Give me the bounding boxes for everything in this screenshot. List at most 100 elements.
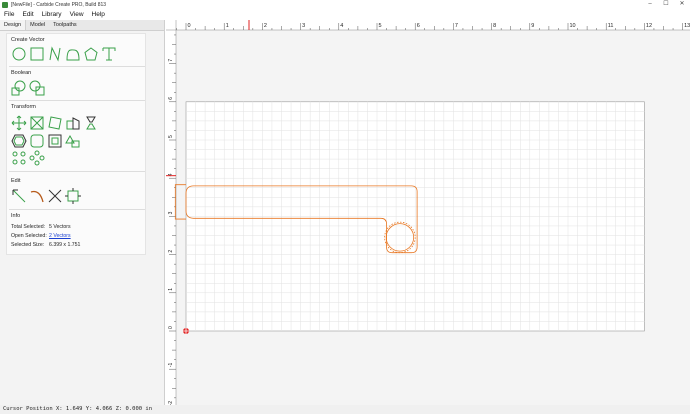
union-icon — [11, 80, 26, 96]
x-ruler-label: 4 — [340, 23, 343, 29]
total-selected-value: 5 Vectors — [49, 224, 71, 230]
tab-model[interactable]: Model — [26, 20, 49, 30]
x-ruler-label: 7 — [455, 23, 458, 29]
scale-icon — [30, 116, 44, 130]
menu-view[interactable]: View — [70, 11, 84, 18]
app-icon — [2, 1, 8, 8]
mirror-tool-button[interactable] — [83, 115, 99, 131]
move-tool-button[interactable] — [11, 115, 27, 131]
x-ruler-label: 12 — [646, 23, 652, 29]
section-transform: Transform — [11, 104, 36, 110]
tab-design[interactable]: Design — [0, 20, 27, 30]
bezier-edit-icon — [30, 190, 44, 203]
circular-array-icon — [29, 150, 45, 166]
align-icon — [66, 117, 80, 130]
maximize-button[interactable]: ☐ — [658, 0, 674, 9]
menu-edit[interactable]: Edit — [22, 11, 33, 18]
circle-tool-button[interactable] — [11, 46, 27, 62]
y-ruler-label: 1 — [168, 288, 174, 291]
trim-icon — [48, 189, 62, 203]
trim-tool-button[interactable] — [47, 188, 63, 204]
scale-tool-button[interactable] — [29, 115, 45, 131]
x-ruler-label: 9 — [531, 23, 534, 29]
bezier-edit-tool-button[interactable] — [29, 188, 45, 204]
x-ruler-label: 11 — [608, 23, 614, 29]
curve-icon — [66, 49, 80, 61]
pattern-tool-button[interactable] — [11, 150, 27, 166]
array-icon — [65, 134, 80, 148]
circle-icon — [12, 47, 26, 61]
y-ruler-label: 6 — [168, 97, 174, 100]
y-ruler-label: -1 — [168, 363, 174, 368]
x-ruler-label: 13 — [684, 23, 690, 29]
minimize-button[interactable]: – — [642, 0, 658, 9]
x-ruler-label: 10 — [570, 23, 576, 29]
open-vector — [174, 184, 186, 220]
x-ruler-label: 0 — [188, 23, 191, 29]
inset-icon — [48, 134, 62, 148]
polyline-tool-button[interactable] — [47, 46, 63, 62]
node-edit-icon — [12, 189, 26, 203]
array-tool-button[interactable] — [65, 133, 81, 149]
polyline-icon — [49, 46, 61, 62]
section-boolean: Boolean — [11, 70, 32, 76]
menu-help[interactable]: Help — [92, 11, 105, 18]
move-icon — [11, 115, 27, 131]
mirror-icon — [86, 116, 96, 130]
divider — [9, 100, 145, 101]
fillet-tool-button[interactable] — [29, 133, 45, 149]
open-selected-label: Open Selected: — [11, 233, 47, 239]
circular-array-tool-button[interactable] — [29, 150, 45, 166]
y-ruler-label: 3 — [168, 211, 174, 214]
x-ruler-label: 8 — [493, 23, 496, 29]
total-selected-label: Total Selected: — [11, 224, 46, 230]
menu-bar: File Edit Library View Help — [0, 9, 690, 19]
panel-tabs: Design Model Toolpaths — [0, 20, 164, 31]
x-ruler-label: 6 — [417, 23, 420, 29]
info-open-selected: Open Selected: 2 Vectors — [11, 233, 71, 239]
align-tool-button[interactable] — [65, 115, 81, 131]
x-ruler-label: 1 — [226, 23, 229, 29]
menu-library[interactable]: Library — [42, 11, 62, 18]
x-ruler-label: 2 — [264, 23, 267, 29]
info-selected-size: Selected Size: 6.399 x 1.751 — [11, 242, 80, 248]
window-title: [NewFile] - Carbide Create PRO, Build 81… — [11, 1, 107, 8]
y-ruler-label: 0 — [168, 326, 174, 329]
rectangle-tool-button[interactable] — [29, 46, 45, 62]
y-ruler-label: 7 — [168, 59, 174, 62]
title-bar: [NewFile] - Carbide Create PRO, Build 81… — [0, 0, 690, 9]
close-button[interactable]: ✕ — [674, 0, 690, 9]
status-bar: Cursor Position X: 1.649 Y: 4.066 Z: 0.0… — [0, 405, 690, 414]
union-tool-button[interactable] — [11, 80, 27, 96]
subtract-tool-button[interactable] — [29, 80, 45, 96]
node-edit-tool-button[interactable] — [11, 188, 27, 204]
rotate-tool-button[interactable] — [47, 115, 63, 131]
divider — [9, 171, 145, 172]
design-panel: Create Vector Boolean Transform Edit Inf… — [6, 33, 146, 255]
left-panel: Design Model Toolpaths Create Vector Boo… — [0, 20, 165, 405]
x-ruler-label: 5 — [379, 23, 382, 29]
text-icon — [102, 47, 116, 61]
rotate-icon — [48, 116, 62, 130]
x-ruler-label: 3 — [302, 23, 305, 29]
y-ruler-label: 2 — [168, 250, 174, 253]
section-edit: Edit — [11, 178, 21, 184]
tab-toolpaths[interactable]: Toolpaths — [49, 20, 81, 30]
polygon-tool-button[interactable] — [83, 46, 99, 62]
section-create-vector: Create Vector — [11, 37, 45, 43]
cursor-position-text: Cursor Position X: 1.649 Y: 4.066 Z: 0.0… — [3, 406, 153, 412]
join-icon — [65, 188, 81, 204]
selected-size-value: 6.399 x 1.751 — [49, 242, 81, 248]
inset-tool-button[interactable] — [47, 133, 63, 149]
divider — [9, 66, 145, 67]
text-tool-button[interactable] — [101, 46, 117, 62]
curve-tool-button[interactable] — [65, 46, 81, 62]
selected-size-label: Selected Size: — [11, 242, 45, 248]
join-tool-button[interactable] — [65, 188, 81, 204]
pattern-icon — [12, 151, 26, 165]
open-selected-link[interactable]: 2 Vectors — [49, 233, 71, 239]
menu-file[interactable]: File — [4, 11, 14, 18]
design-canvas[interactable]: 0 1 2 3 4 5 6 7 8 9 10 11 12 1376543210-1-2 — [166, 20, 690, 405]
subtract-icon — [29, 80, 45, 96]
offset-tool-button[interactable] — [11, 133, 27, 149]
